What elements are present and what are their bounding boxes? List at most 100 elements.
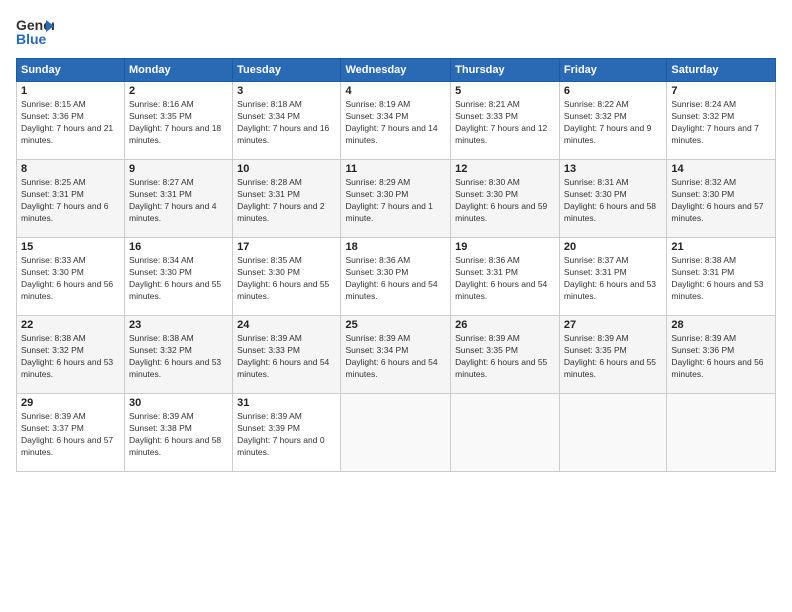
day-info: Sunrise: 8:39 AM Sunset: 3:36 PM Dayligh… [671, 333, 771, 381]
day-info: Sunrise: 8:24 AM Sunset: 3:32 PM Dayligh… [671, 99, 771, 147]
day-info: Sunrise: 8:15 AM Sunset: 3:36 PM Dayligh… [21, 99, 120, 147]
day-number: 14 [671, 163, 771, 175]
day-number: 19 [455, 241, 555, 253]
day-number: 22 [21, 319, 120, 331]
day-number: 30 [129, 397, 228, 409]
day-number: 4 [345, 85, 446, 97]
day-number: 12 [455, 163, 555, 175]
calendar-cell: 30 Sunrise: 8:39 AM Sunset: 3:38 PM Dayl… [125, 394, 233, 472]
calendar-cell: 7 Sunrise: 8:24 AM Sunset: 3:32 PM Dayli… [667, 82, 776, 160]
day-info: Sunrise: 8:31 AM Sunset: 3:30 PM Dayligh… [564, 177, 662, 225]
day-number: 13 [564, 163, 662, 175]
day-info: Sunrise: 8:30 AM Sunset: 3:30 PM Dayligh… [455, 177, 555, 225]
day-info: Sunrise: 8:28 AM Sunset: 3:31 PM Dayligh… [237, 177, 336, 225]
day-info: Sunrise: 8:39 AM Sunset: 3:35 PM Dayligh… [455, 333, 555, 381]
calendar-cell: 22 Sunrise: 8:38 AM Sunset: 3:32 PM Dayl… [17, 316, 125, 394]
calendar-cell: 5 Sunrise: 8:21 AM Sunset: 3:33 PM Dayli… [451, 82, 560, 160]
day-header-thursday: Thursday [451, 59, 560, 82]
day-info: Sunrise: 8:36 AM Sunset: 3:30 PM Dayligh… [345, 255, 446, 303]
calendar-cell: 10 Sunrise: 8:28 AM Sunset: 3:31 PM Dayl… [233, 160, 341, 238]
calendar-cell: 21 Sunrise: 8:38 AM Sunset: 3:31 PM Dayl… [667, 238, 776, 316]
calendar-cell: 24 Sunrise: 8:39 AM Sunset: 3:33 PM Dayl… [233, 316, 341, 394]
calendar-cell: 6 Sunrise: 8:22 AM Sunset: 3:32 PM Dayli… [559, 82, 666, 160]
calendar-cell [451, 394, 560, 472]
day-header-sunday: Sunday [17, 59, 125, 82]
day-header-wednesday: Wednesday [341, 59, 451, 82]
day-info: Sunrise: 8:21 AM Sunset: 3:33 PM Dayligh… [455, 99, 555, 147]
calendar-cell: 20 Sunrise: 8:37 AM Sunset: 3:31 PM Dayl… [559, 238, 666, 316]
day-number: 1 [21, 85, 120, 97]
logo: General Blue [16, 12, 54, 50]
calendar-cell: 16 Sunrise: 8:34 AM Sunset: 3:30 PM Dayl… [125, 238, 233, 316]
calendar-cell: 17 Sunrise: 8:35 AM Sunset: 3:30 PM Dayl… [233, 238, 341, 316]
calendar-cell: 8 Sunrise: 8:25 AM Sunset: 3:31 PM Dayli… [17, 160, 125, 238]
day-info: Sunrise: 8:32 AM Sunset: 3:30 PM Dayligh… [671, 177, 771, 225]
calendar-cell: 28 Sunrise: 8:39 AM Sunset: 3:36 PM Dayl… [667, 316, 776, 394]
day-header-friday: Friday [559, 59, 666, 82]
header: General Blue [16, 12, 776, 50]
day-number: 16 [129, 241, 228, 253]
day-header-saturday: Saturday [667, 59, 776, 82]
day-number: 17 [237, 241, 336, 253]
day-number: 24 [237, 319, 336, 331]
calendar-cell: 14 Sunrise: 8:32 AM Sunset: 3:30 PM Dayl… [667, 160, 776, 238]
calendar-cell: 25 Sunrise: 8:39 AM Sunset: 3:34 PM Dayl… [341, 316, 451, 394]
day-number: 26 [455, 319, 555, 331]
day-info: Sunrise: 8:33 AM Sunset: 3:30 PM Dayligh… [21, 255, 120, 303]
day-info: Sunrise: 8:16 AM Sunset: 3:35 PM Dayligh… [129, 99, 228, 147]
calendar-cell [559, 394, 666, 472]
calendar-cell [341, 394, 451, 472]
day-info: Sunrise: 8:39 AM Sunset: 3:37 PM Dayligh… [21, 411, 120, 459]
day-number: 29 [21, 397, 120, 409]
calendar-cell [667, 394, 776, 472]
day-info: Sunrise: 8:38 AM Sunset: 3:32 PM Dayligh… [129, 333, 228, 381]
svg-text:Blue: Blue [16, 31, 47, 47]
calendar-cell: 29 Sunrise: 8:39 AM Sunset: 3:37 PM Dayl… [17, 394, 125, 472]
calendar-cell: 2 Sunrise: 8:16 AM Sunset: 3:35 PM Dayli… [125, 82, 233, 160]
day-number: 3 [237, 85, 336, 97]
day-header-tuesday: Tuesday [233, 59, 341, 82]
day-number: 18 [345, 241, 446, 253]
day-info: Sunrise: 8:22 AM Sunset: 3:32 PM Dayligh… [564, 99, 662, 147]
day-info: Sunrise: 8:39 AM Sunset: 3:39 PM Dayligh… [237, 411, 336, 459]
calendar-cell: 12 Sunrise: 8:30 AM Sunset: 3:30 PM Dayl… [451, 160, 560, 238]
day-number: 5 [455, 85, 555, 97]
day-number: 25 [345, 319, 446, 331]
day-number: 20 [564, 241, 662, 253]
page: General Blue SundayMondayTuesdayWednesda… [0, 0, 792, 612]
day-info: Sunrise: 8:39 AM Sunset: 3:38 PM Dayligh… [129, 411, 228, 459]
calendar-cell: 19 Sunrise: 8:36 AM Sunset: 3:31 PM Dayl… [451, 238, 560, 316]
day-number: 7 [671, 85, 771, 97]
day-info: Sunrise: 8:35 AM Sunset: 3:30 PM Dayligh… [237, 255, 336, 303]
calendar-table: SundayMondayTuesdayWednesdayThursdayFrid… [16, 58, 776, 472]
calendar-cell: 3 Sunrise: 8:18 AM Sunset: 3:34 PM Dayli… [233, 82, 341, 160]
calendar-cell: 13 Sunrise: 8:31 AM Sunset: 3:30 PM Dayl… [559, 160, 666, 238]
day-info: Sunrise: 8:18 AM Sunset: 3:34 PM Dayligh… [237, 99, 336, 147]
day-number: 23 [129, 319, 228, 331]
day-number: 31 [237, 397, 336, 409]
day-number: 21 [671, 241, 771, 253]
day-info: Sunrise: 8:38 AM Sunset: 3:32 PM Dayligh… [21, 333, 120, 381]
day-info: Sunrise: 8:34 AM Sunset: 3:30 PM Dayligh… [129, 255, 228, 303]
day-number: 15 [21, 241, 120, 253]
calendar-cell: 31 Sunrise: 8:39 AM Sunset: 3:39 PM Dayl… [233, 394, 341, 472]
calendar-cell: 15 Sunrise: 8:33 AM Sunset: 3:30 PM Dayl… [17, 238, 125, 316]
calendar-cell: 18 Sunrise: 8:36 AM Sunset: 3:30 PM Dayl… [341, 238, 451, 316]
day-number: 28 [671, 319, 771, 331]
day-info: Sunrise: 8:27 AM Sunset: 3:31 PM Dayligh… [129, 177, 228, 225]
calendar-cell: 23 Sunrise: 8:38 AM Sunset: 3:32 PM Dayl… [125, 316, 233, 394]
logo-icon: General Blue [16, 12, 54, 50]
day-number: 2 [129, 85, 228, 97]
calendar-cell: 4 Sunrise: 8:19 AM Sunset: 3:34 PM Dayli… [341, 82, 451, 160]
day-info: Sunrise: 8:37 AM Sunset: 3:31 PM Dayligh… [564, 255, 662, 303]
calendar-cell: 9 Sunrise: 8:27 AM Sunset: 3:31 PM Dayli… [125, 160, 233, 238]
day-number: 27 [564, 319, 662, 331]
day-info: Sunrise: 8:39 AM Sunset: 3:35 PM Dayligh… [564, 333, 662, 381]
calendar-cell: 1 Sunrise: 8:15 AM Sunset: 3:36 PM Dayli… [17, 82, 125, 160]
day-number: 10 [237, 163, 336, 175]
calendar-cell: 26 Sunrise: 8:39 AM Sunset: 3:35 PM Dayl… [451, 316, 560, 394]
day-number: 8 [21, 163, 120, 175]
day-info: Sunrise: 8:19 AM Sunset: 3:34 PM Dayligh… [345, 99, 446, 147]
calendar-cell: 27 Sunrise: 8:39 AM Sunset: 3:35 PM Dayl… [559, 316, 666, 394]
day-info: Sunrise: 8:25 AM Sunset: 3:31 PM Dayligh… [21, 177, 120, 225]
